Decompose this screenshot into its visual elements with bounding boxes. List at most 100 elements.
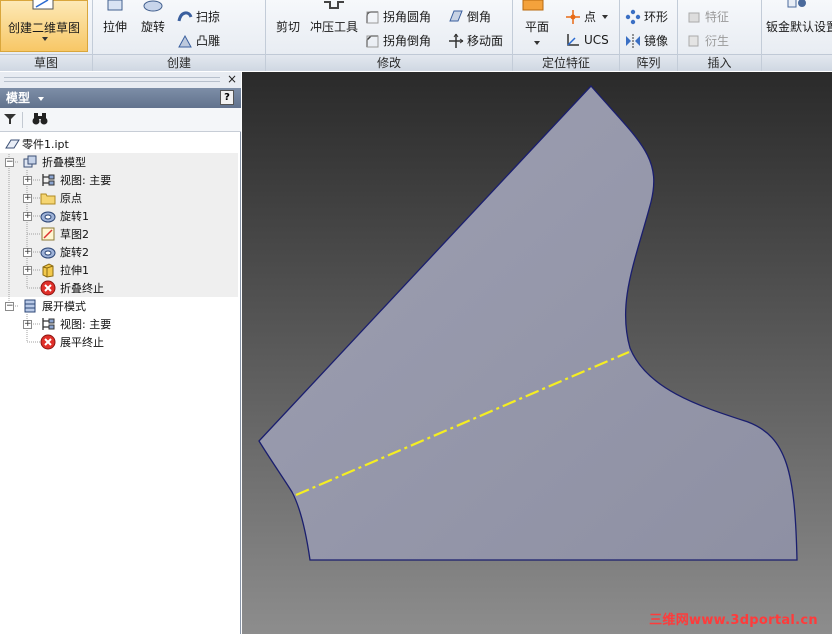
ucs-button[interactable]: UCS: [565, 32, 609, 48]
model-browser: × 模型 ? 零件1.ipt − 折叠模型 + 视图: 主要 + 原点 + 旋转…: [0, 72, 241, 634]
browser-toolbar: [0, 108, 241, 132]
ucs-label: UCS: [584, 33, 609, 47]
panel-sheet-metal: 钣金默认设置: [762, 0, 832, 71]
expand-icon[interactable]: +: [23, 175, 32, 185]
chamfer-icon: [449, 10, 463, 21]
help-icon[interactable]: ?: [220, 90, 234, 105]
revolve-feature-icon: [40, 247, 56, 259]
panel-label-sketch: 草图: [0, 54, 92, 71]
end-of-part-icon: [40, 280, 56, 296]
chevron-down-icon: [42, 37, 48, 41]
mirror-button[interactable]: 镜像: [625, 32, 668, 49]
tree-item-label: 展开模式: [42, 300, 86, 313]
tree-item-label: 展平终止: [60, 336, 104, 349]
feature-icon: [688, 12, 700, 22]
punch-tool-icon: [324, 1, 344, 9]
folder-icon: [40, 193, 56, 205]
plane-button[interactable]: 平面: [519, 18, 555, 45]
derive-button[interactable]: 衍生: [686, 32, 729, 49]
panel-label-insert: 插入: [678, 54, 761, 71]
expand-icon[interactable]: +: [23, 193, 32, 203]
filter-icon[interactable]: [3, 112, 17, 126]
chevron-down-icon: [534, 41, 540, 45]
flat-pattern-graphic: [258, 85, 798, 561]
collapse-icon[interactable]: −: [5, 157, 14, 167]
browser-title-label: 模型: [6, 91, 31, 105]
browser-title[interactable]: 模型: [0, 88, 241, 108]
revolve-feature-icon: [40, 211, 56, 223]
chamfer-button[interactable]: 倒角: [448, 8, 491, 25]
grip-lines: [4, 77, 220, 82]
chamfer-label: 倒角: [467, 10, 492, 24]
point-button[interactable]: 点: [565, 8, 609, 25]
expand-icon[interactable]: +: [23, 265, 32, 275]
revolve-icon: [143, 0, 163, 12]
browser-grip-bar[interactable]: ×: [0, 72, 241, 88]
flat-pattern-icon: [24, 299, 36, 313]
panel-create: 拉伸 旋转 扫掠 凸雕 创建: [93, 0, 266, 71]
chevron-down-icon: [602, 14, 609, 19]
panel-sketch: 创建二维草图 草图: [0, 0, 93, 71]
close-icon[interactable]: ×: [227, 72, 237, 87]
mirror-icon: [626, 33, 640, 48]
tree-item-label: 原点: [60, 192, 82, 205]
chevron-down-icon: [38, 96, 45, 101]
create-2d-sketch-label: 创建二维草图: [7, 21, 80, 35]
expand-icon[interactable]: +: [23, 247, 32, 257]
end-of-part-icon: [40, 334, 56, 350]
panel-pattern: 环形 镜像 阵列: [620, 0, 678, 71]
tree-item-label: 视图: 主要: [60, 174, 112, 187]
sheet-metal-defaults-button[interactable]: 钣金默认设置: [766, 18, 832, 35]
insert-feature-button[interactable]: 特征: [686, 8, 729, 25]
circular-pattern-button[interactable]: 环形: [625, 8, 668, 25]
tree-item-label: 零件1.ipt: [22, 138, 69, 151]
expand-icon[interactable]: +: [23, 319, 32, 329]
circular-pattern-icon: [625, 9, 641, 24]
punch-tool-label: 冲压工具: [309, 20, 358, 34]
point-icon: [566, 9, 580, 24]
insert-feature-label: 特征: [705, 10, 730, 24]
ribbon: 创建二维草图 草图 拉伸 旋转 扫掠 凸雕 创建 剪切 冲压工具 拐角圆角 拐角…: [0, 0, 832, 71]
collapse-icon[interactable]: −: [5, 301, 14, 311]
find-binoculars-icon[interactable]: [32, 112, 48, 126]
extrude-label: 拉伸: [102, 20, 127, 34]
point-label: 点: [584, 10, 597, 24]
corner-round-label: 拐角圆角: [383, 10, 432, 24]
sweep-label: 扫掠: [196, 10, 221, 24]
panel-label-sheet-metal: [762, 54, 832, 71]
revolve-button[interactable]: 旋转: [137, 0, 169, 35]
sheet-metal-defaults-label: 钣金默认设置: [766, 20, 832, 34]
emboss-icon: [178, 34, 192, 47]
move-face-icon: [449, 33, 464, 48]
graphics-viewport[interactable]: 三维网www.3dportal.cn: [242, 72, 832, 634]
sketch-icon: [32, 0, 54, 10]
create-2d-sketch-button[interactable]: 创建二维草图: [0, 0, 88, 52]
emboss-button[interactable]: 凸雕: [177, 32, 220, 49]
tree-item-label: 拉伸1: [60, 264, 89, 277]
extrude-button[interactable]: 拉伸: [99, 0, 131, 35]
punch-tool-button[interactable]: 冲压工具: [308, 1, 360, 35]
move-face-button[interactable]: 移动面: [448, 32, 503, 49]
ucs-icon: [567, 34, 579, 46]
tree-item-label: 旋转2: [60, 246, 89, 259]
cut-button[interactable]: 剪切: [272, 18, 304, 35]
emboss-label: 凸雕: [196, 34, 221, 48]
view-representation-icon: [42, 318, 55, 330]
tree-item-label: 草图2: [60, 228, 89, 241]
corner-round-button[interactable]: 拐角圆角: [364, 8, 431, 25]
tree-item-label: 旋转1: [60, 210, 89, 223]
revolve-label: 旋转: [140, 20, 165, 34]
panel-insert: 特征 衍生 插入: [678, 0, 762, 71]
sweep-button[interactable]: 扫掠: [177, 8, 220, 25]
expand-icon[interactable]: +: [23, 211, 32, 221]
toolbar-divider: [22, 112, 23, 128]
corner-chamfer-button[interactable]: 拐角倒角: [364, 32, 431, 49]
panel-label-create: 创建: [93, 54, 265, 71]
extrude-icon: [107, 0, 123, 11]
extrude-feature-icon: [42, 263, 54, 278]
plane-icon: [522, 0, 544, 11]
corner-round-icon: [366, 10, 379, 23]
flat-pattern-face[interactable]: [258, 85, 798, 561]
corner-chamfer-icon: [366, 34, 379, 47]
watermark: 三维网www.3dportal.cn: [649, 613, 818, 628]
